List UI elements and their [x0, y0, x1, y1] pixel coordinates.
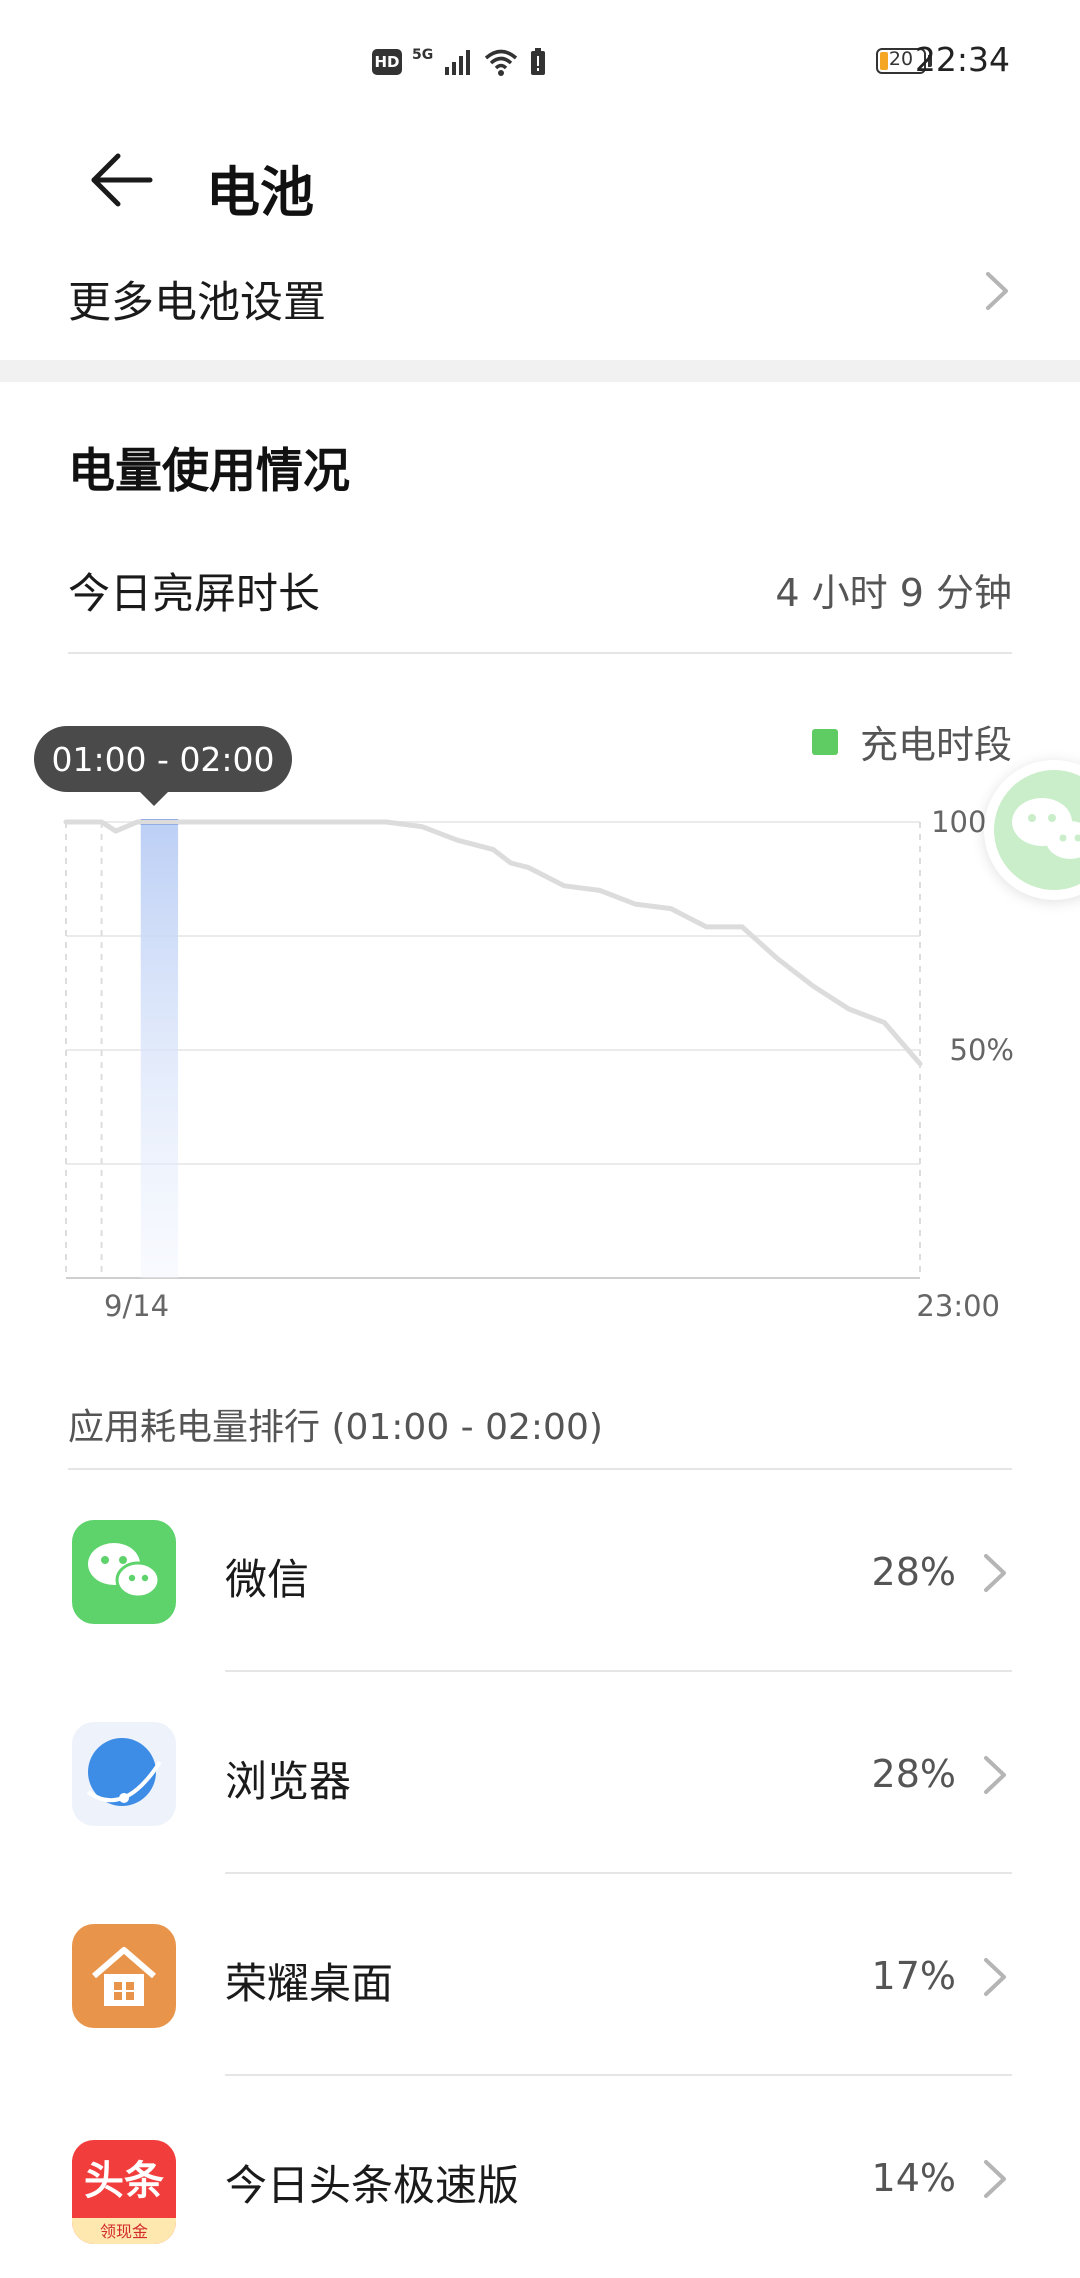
app-name: 荣耀桌面	[225, 1950, 393, 2011]
launcher-icon	[72, 1924, 176, 2028]
status-icons: HD 5G	[372, 44, 547, 80]
page-title: 电池	[206, 148, 314, 227]
app-row-launcher[interactable]: 荣耀桌面 17%	[0, 1874, 1080, 2076]
status-time: 22:34	[915, 40, 1010, 79]
app-row-browser[interactable]: 浏览器 28%	[0, 1672, 1080, 1874]
screen-time-label: 今日亮屏时长	[68, 560, 320, 621]
chevron-right-icon	[984, 270, 1010, 312]
app-percent: 14%	[872, 2156, 956, 2200]
wechat-bubble-icon	[994, 770, 1080, 890]
app-name: 今日头条极速版	[225, 2152, 519, 2213]
app-percent: 28%	[872, 1752, 956, 1796]
selected-hour-band[interactable]	[141, 822, 178, 1278]
chevron-right-icon	[982, 1956, 1008, 1998]
back-arrow-icon[interactable]	[88, 148, 158, 212]
ranking-header: 应用耗电量排行 (01:00 - 02:00)	[68, 1398, 603, 1450]
chevron-right-icon	[982, 1754, 1008, 1796]
app-row-wechat[interactable]: 微信 28%	[0, 1470, 1080, 1672]
wechat-icon	[72, 1520, 176, 1624]
toutiao-icon-subtext: 领现金	[72, 2218, 176, 2242]
hd-icon: HD	[372, 49, 402, 75]
toutiao-icon-text: 头条	[72, 2148, 176, 2206]
battery-series-line	[66, 822, 920, 1064]
screen-time-value: 4 小时 9 分钟	[775, 562, 1012, 617]
floating-wechat-bubble[interactable]	[984, 760, 1080, 900]
network-5g-label: 5G	[412, 47, 433, 63]
chevron-right-icon	[982, 2158, 1008, 2200]
status-bar: HD 5G 20 22:34	[0, 0, 1080, 120]
browser-icon	[72, 1722, 176, 1826]
signal-icon	[443, 47, 473, 77]
app-name: 微信	[225, 1546, 309, 1607]
usage-section-title: 电量使用情况	[68, 432, 350, 501]
y-tick-50: 50%	[950, 1033, 1014, 1067]
chart-tooltip: 01:00 - 02:00	[34, 726, 292, 792]
app-percent: 17%	[872, 1954, 956, 1998]
section-divider	[0, 360, 1080, 382]
wifi-icon	[483, 47, 519, 77]
battery-level-chart[interactable]: 100% 50% 9/14 23:00	[0, 760, 1080, 1330]
app-percent: 28%	[872, 1550, 956, 1594]
x-label-start: 9/14	[104, 1289, 169, 1323]
x-label-end: 23:00	[916, 1289, 1000, 1323]
tooltip-arrow	[138, 790, 170, 806]
app-row-toutiao[interactable]: 头条 领现金 今日头条极速版 14%	[0, 2076, 1080, 2278]
chevron-right-icon	[982, 1552, 1008, 1594]
app-name: 浏览器	[225, 1748, 351, 1809]
battery-alert-icon	[529, 47, 547, 77]
more-battery-settings-label: 更多电池设置	[68, 268, 326, 330]
legend-swatch-charging	[812, 729, 838, 755]
toutiao-icon: 头条 领现金	[72, 2140, 176, 2244]
divider	[68, 652, 1012, 654]
